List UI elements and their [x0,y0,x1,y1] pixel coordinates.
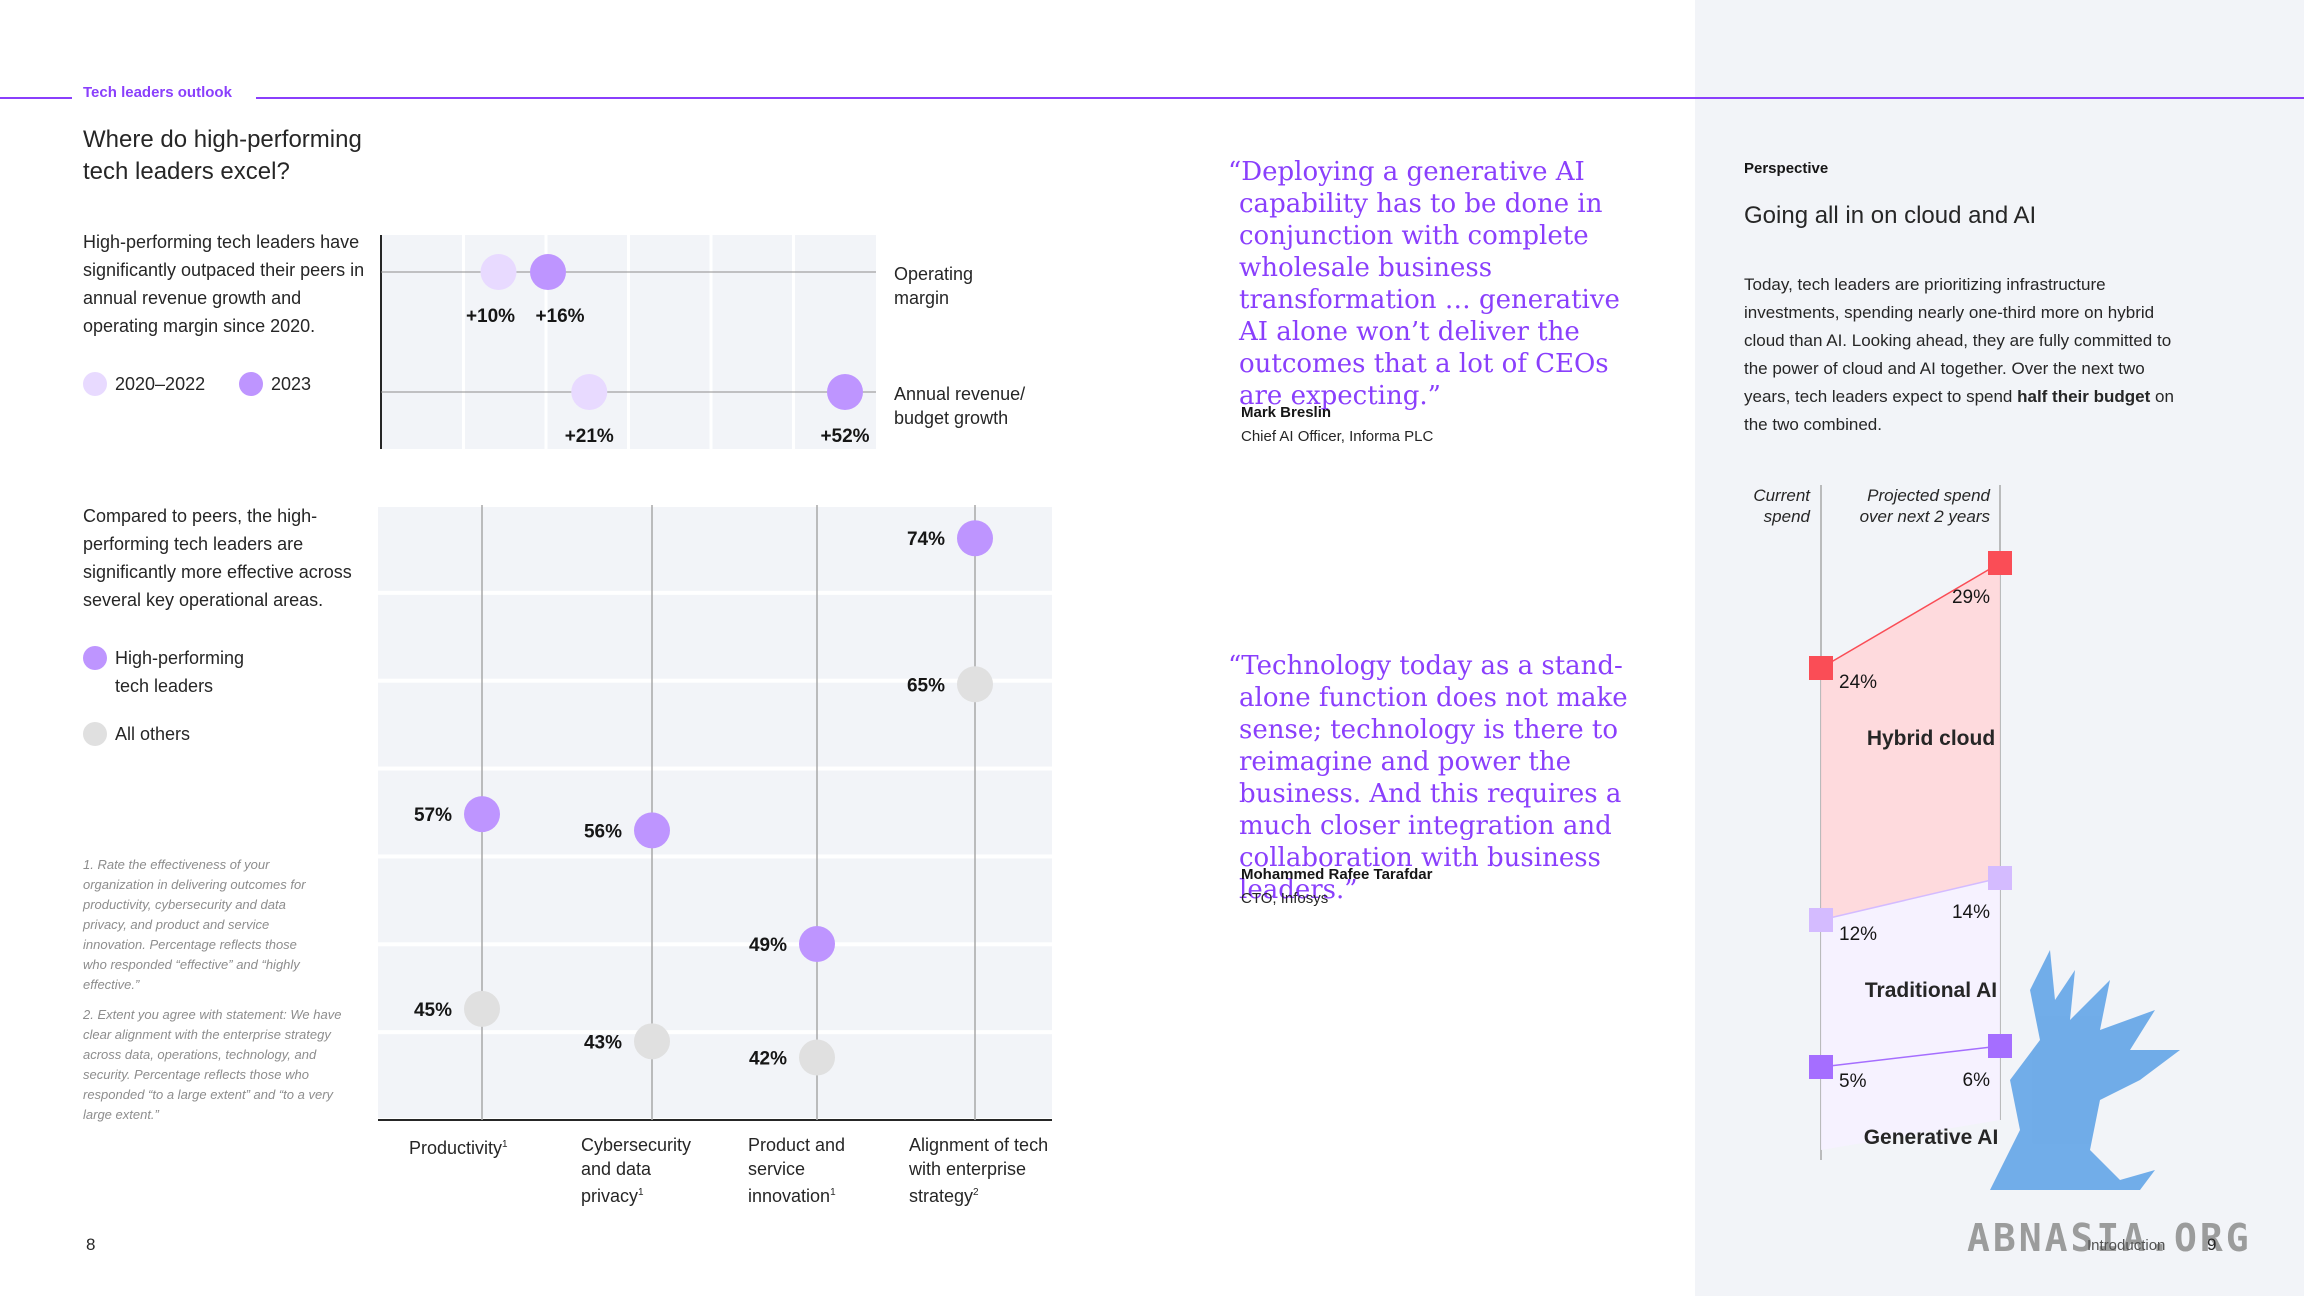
quote-1-text: “Deploying a generative AI capability ha… [1228,157,1620,411]
data-label: 45% [414,1000,452,1021]
data-label: 74% [907,529,945,550]
row-label: Annual revenue/ [894,384,1025,404]
data-label: 65% [907,675,945,696]
legend-label: High-performing tech leaders [115,648,245,696]
category-superscript: 1 [830,1187,836,1198]
series-marker-projected [1988,551,2012,575]
perspective-label: Perspective [1744,160,1829,177]
data-point [799,925,835,962]
quote-1-role: Chief AI Officer, Informa PLC [1241,428,1434,445]
value-label-current: 12% [1839,924,1877,945]
legend-dot-purple [83,646,107,670]
griffin-watermark-logo [1990,950,2180,1190]
page-number-left: 8 [86,1235,96,1254]
category-label-product-innovation: Product and service innovation1 [748,1133,858,1208]
grid-band [378,682,1052,767]
series-marker-projected [1988,866,2012,890]
legend-label: All others [115,724,191,744]
value-label-current: 24% [1839,672,1877,693]
header-rule-right [256,97,2304,99]
value-label-projected: 14% [1952,902,1990,923]
series-name-label: Hybrid cloud [1867,727,1995,750]
data-point [634,812,670,849]
row-label: Operating [894,264,973,284]
perspective-title: Going all in on cloud and AI [1744,202,2037,229]
legend-dot-light-purple [83,372,107,396]
grid-band [378,858,1052,943]
data-label: +21% [565,426,614,447]
effectiveness-dot-chart: 45% 43% 42% 65% 57% 56% 49% 74% [378,505,1052,1121]
data-point [480,254,517,290]
category-label-productivity: Productivity1 [409,1133,569,1160]
footnote-2: 2. Extent you agree with statement: We h… [83,1007,342,1122]
footnote-1: 1. Rate the effectiveness of your organi… [83,857,306,992]
legend-label: 2023 [271,374,312,394]
legend-item-high-performing: High-performing tech leaders [83,644,293,700]
page-number-right: 9 [2207,1235,2217,1254]
quote-2-name: Mohammed Rafee Tarafdar [1241,866,1433,883]
data-point [464,796,500,833]
row-label: budget growth [894,408,1008,428]
series-marker-current [1809,1055,1833,1079]
data-point [571,374,608,410]
value-label-current: 5% [1839,1071,1867,1092]
data-point [957,520,993,557]
page-title: Where do high-performing tech leaders ex… [83,126,362,185]
data-point [957,666,993,703]
data-label: 43% [584,1032,622,1053]
col-label-current: Current spend [1753,486,1810,526]
legend-label: 2020–2022 [115,374,206,394]
category-text: Cybersecurity and data privacy [581,1135,692,1206]
data-point [827,374,863,410]
series-marker-current [1809,908,1833,932]
section-tag: Tech leaders outlook [83,84,232,101]
data-label: +52% [820,426,869,447]
data-point [799,1039,835,1076]
category-label-alignment: Alignment of tech with enterprise strate… [909,1133,1059,1208]
intro-text: High-performing tech leaders have signif… [83,232,365,336]
category-superscript: 1 [502,1139,508,1150]
quote-1-name: Mark Breslin [1241,404,1332,421]
category-text: Productivity [409,1138,503,1158]
legend-item-2023: 2023 [239,370,311,398]
grid-band [378,594,1052,679]
series-marker-current [1809,656,1833,680]
data-label: +16% [535,306,584,327]
compare-text: Compared to peers, the high-performing t… [83,506,352,610]
data-label: 57% [414,805,452,826]
data-label: 42% [749,1049,787,1070]
series-name-label: Generative AI [1864,1126,1999,1149]
data-label: 56% [584,821,622,842]
data-point [464,990,500,1027]
data-point [530,254,566,290]
data-label: +10% [466,306,515,327]
category-superscript: 2 [973,1187,979,1198]
category-superscript: 1 [638,1187,644,1198]
perspective-body: Today, tech leaders are prioritizing inf… [1744,271,2174,439]
page-footer-section: Introduction [2087,1237,2166,1254]
category-label-cybersecurity: Cybersecurity and data privacy1 [581,1133,711,1208]
header-rule-left [0,97,72,99]
grid-band [378,507,1052,591]
data-point [634,1023,670,1060]
legend-dot-purple [239,372,263,396]
growth-dot-chart: +10% +16% Operating margin +21% +52% Annual re… [380,235,1025,449]
legend-dot-grey [83,722,107,746]
legend-item-all-others: All others [83,720,190,748]
row-label: margin [894,288,949,308]
quote-2-role: CTO, Infosys [1241,890,1329,907]
series-name-label: Traditional AI [1865,979,1997,1002]
value-label-projected: 29% [1952,587,1990,608]
data-label: 49% [749,935,787,956]
legend-item-2020-2022: 2020–2022 [83,370,205,398]
col-label-projected: Projected spend over next 2 years [1859,486,1990,526]
perspective-body-bold: half their budget [2017,387,2151,406]
grid-band [378,1034,1052,1118]
